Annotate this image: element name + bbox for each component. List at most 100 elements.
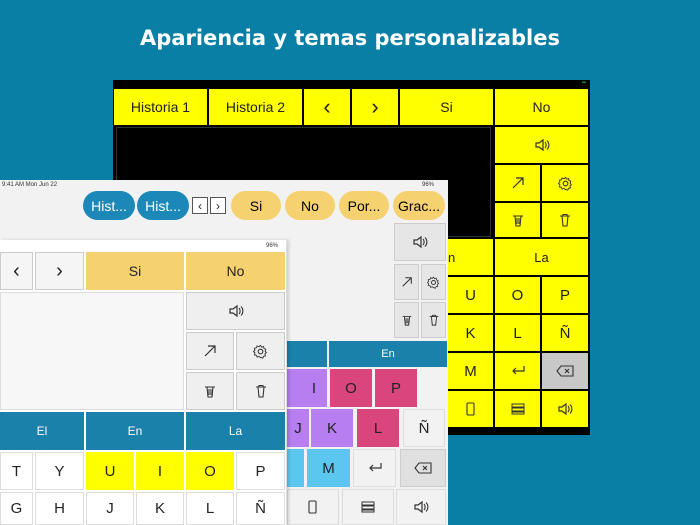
backspace-key[interactable]: [400, 449, 446, 487]
key-k[interactable]: K: [448, 315, 493, 351]
key-g[interactable]: G: [0, 492, 33, 525]
next-page-button[interactable]: ›: [35, 252, 84, 290]
key-j[interactable]: J: [287, 409, 309, 447]
word-key-la[interactable]: La: [186, 412, 285, 450]
gracias-pill[interactable]: Grac...: [393, 191, 445, 220]
key-n-tilde[interactable]: Ñ: [542, 315, 588, 351]
key-l[interactable]: L: [495, 315, 540, 351]
settings-button[interactable]: [542, 165, 588, 201]
speaker-icon: [228, 304, 244, 318]
trash-icon: [558, 213, 572, 227]
key-u[interactable]: U: [86, 452, 134, 490]
prev-page-button[interactable]: ‹: [0, 252, 33, 290]
por-pill[interactable]: Por...: [339, 191, 389, 220]
menu-key[interactable]: [495, 391, 540, 427]
tablet-light-theme: 96% ‹ › Si No El En La T Y U I O P G H J…: [0, 240, 287, 525]
key-i[interactable]: I: [287, 369, 327, 407]
gear-icon: [253, 344, 268, 359]
key-k[interactable]: K: [311, 409, 353, 447]
key-j[interactable]: J: [86, 492, 134, 525]
key-o[interactable]: O: [330, 369, 372, 407]
device-key[interactable]: [287, 489, 339, 525]
trash-multi-icon: [401, 314, 413, 326]
word-key-partial[interactable]: [287, 341, 327, 367]
si-button[interactable]: Si: [86, 252, 184, 290]
clear-all-button[interactable]: [394, 302, 419, 338]
trash-multi-icon: [511, 213, 525, 227]
clear-all-button[interactable]: [495, 203, 540, 237]
enter-key[interactable]: [353, 449, 396, 487]
key-m[interactable]: M: [307, 449, 350, 487]
key-m[interactable]: M: [448, 353, 493, 389]
device-icon: [307, 500, 319, 514]
key-o[interactable]: O: [495, 277, 540, 313]
speak-key[interactable]: [396, 489, 446, 525]
key-o[interactable]: O: [186, 452, 234, 490]
key-n-tilde[interactable]: Ñ: [236, 492, 285, 525]
expand-button[interactable]: [186, 332, 234, 370]
device-icon: [465, 402, 477, 416]
arrow-diagonal-icon: [511, 176, 525, 190]
speaker-icon: [557, 402, 573, 416]
backspace-key[interactable]: [542, 353, 588, 389]
no-button[interactable]: No: [186, 252, 285, 290]
story-1-button[interactable]: Historia 1: [114, 89, 207, 125]
clear-all-button[interactable]: [186, 372, 234, 410]
arrow-diagonal-icon: [401, 276, 413, 288]
word-key-en[interactable]: En: [329, 341, 447, 367]
key-l[interactable]: L: [186, 492, 234, 525]
status-time: 9:41 AM Mon Jun 22: [2, 182, 58, 188]
backspace-icon: [414, 462, 432, 474]
headline: Apariencia y temas personalizables: [140, 26, 560, 50]
speak-key[interactable]: [542, 391, 588, 427]
word-key-la[interactable]: La: [495, 239, 588, 275]
story-2-button[interactable]: Historia 2: [209, 89, 302, 125]
word-key-en[interactable]: En: [86, 412, 184, 450]
key-n-tilde[interactable]: Ñ: [403, 409, 445, 447]
key-l[interactable]: L: [357, 409, 399, 447]
key-p[interactable]: P: [375, 369, 417, 407]
no-pill[interactable]: No: [285, 191, 335, 220]
key-partial-blue[interactable]: [287, 449, 304, 487]
status-battery: 96%: [421, 182, 434, 188]
device-key[interactable]: [448, 391, 493, 427]
gear-icon: [557, 176, 573, 191]
history-2-pill[interactable]: Hist...: [137, 191, 189, 220]
prev-page-button[interactable]: ‹: [304, 89, 350, 125]
prev-pill[interactable]: ‹: [192, 197, 208, 214]
enter-key[interactable]: [495, 353, 540, 389]
key-p[interactable]: P: [236, 452, 285, 490]
key-t[interactable]: T: [0, 452, 33, 490]
key-k[interactable]: K: [136, 492, 184, 525]
si-button[interactable]: Si: [400, 89, 493, 125]
si-pill[interactable]: Si: [231, 191, 281, 220]
key-i[interactable]: I: [136, 452, 184, 490]
next-pill[interactable]: ›: [210, 197, 226, 214]
trash-icon: [428, 314, 440, 326]
settings-button[interactable]: [421, 264, 446, 300]
battery-indicator: ▪▪: [581, 80, 586, 86]
settings-button[interactable]: [236, 332, 285, 370]
speaker-button[interactable]: [186, 292, 285, 330]
speaker-button[interactable]: [495, 127, 588, 163]
delete-button[interactable]: [236, 372, 285, 410]
delete-button[interactable]: [421, 302, 446, 338]
no-button[interactable]: No: [495, 89, 588, 125]
next-page-button[interactable]: ›: [352, 89, 398, 125]
expand-button[interactable]: [495, 165, 540, 201]
key-h[interactable]: H: [35, 492, 84, 525]
word-key-el[interactable]: El: [0, 412, 84, 450]
history-1-pill[interactable]: Hist...: [83, 191, 135, 220]
key-p[interactable]: P: [542, 277, 588, 313]
speaker-button[interactable]: [394, 223, 446, 261]
menu-key[interactable]: [342, 489, 394, 525]
key-u[interactable]: U: [448, 277, 493, 313]
message-text-area[interactable]: [0, 292, 184, 410]
list-icon: [511, 403, 525, 415]
key-y[interactable]: Y: [35, 452, 84, 490]
status-battery: 96%: [265, 243, 278, 249]
delete-button[interactable]: [542, 203, 588, 237]
trash-multi-icon: [203, 384, 217, 398]
expand-button[interactable]: [394, 264, 419, 300]
return-icon: [367, 462, 383, 474]
